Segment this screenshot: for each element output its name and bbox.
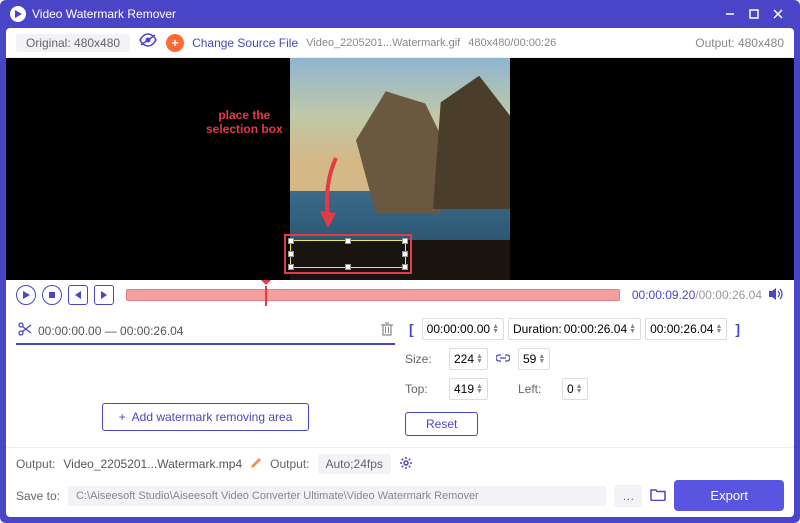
- ranges-panel: 00:00:00.00 — 00:00:26.04 + Add watermar…: [16, 318, 395, 439]
- duration-input[interactable]: Duration:00:00:26.04 ▲▼: [508, 318, 641, 340]
- height-input[interactable]: 59 ▲▼: [518, 348, 550, 370]
- saveto-label: Save to:: [16, 489, 60, 503]
- playhead[interactable]: [265, 286, 267, 306]
- stop-button[interactable]: [42, 285, 62, 305]
- width-input[interactable]: 224 ▲▼: [449, 348, 488, 370]
- spinner-icon[interactable]: ▲▼: [492, 324, 499, 334]
- add-area-label: Add watermark removing area: [132, 410, 293, 424]
- start-time-input[interactable]: 00:00:00.00 ▲▼: [422, 318, 504, 340]
- output-format-label: Output:: [270, 457, 309, 471]
- rename-icon[interactable]: [250, 457, 262, 472]
- reset-button[interactable]: Reset: [405, 412, 478, 436]
- app-logo-icon: [10, 6, 26, 22]
- resize-handle[interactable]: [345, 238, 351, 244]
- time-range-row: [ 00:00:00.00 ▲▼ Duration:00:00:26.04 ▲▼…: [405, 318, 784, 340]
- spinner-icon[interactable]: ▲▼: [476, 384, 483, 394]
- range-text: 00:00:00.00 — 00:00:26.04: [38, 324, 375, 338]
- maximize-button[interactable]: [742, 2, 766, 26]
- playback-time: 00:00:09.20/00:00:26.04: [632, 288, 762, 302]
- content-area: Original: 480x480 + Change Source File V…: [6, 28, 794, 517]
- set-end-bracket[interactable]: ]: [731, 321, 744, 337]
- change-source-button[interactable]: Change Source File: [192, 36, 298, 50]
- source-meta: 480x480/00:00:26: [468, 37, 556, 49]
- play-button[interactable]: [16, 285, 36, 305]
- playback-controls: 00:00:09.20/00:00:26.04: [6, 280, 794, 310]
- output-resolution: Output: 480x480: [695, 36, 784, 50]
- delete-range-icon[interactable]: [381, 322, 393, 339]
- selection-box[interactable]: [284, 234, 412, 274]
- minimize-button[interactable]: [718, 2, 742, 26]
- source-filename: Video_2205201...Watermark.gif: [306, 37, 460, 49]
- preview-toggle-icon[interactable]: [138, 33, 158, 52]
- end-time-input[interactable]: 00:00:26.04 ▲▼: [645, 318, 727, 340]
- app-window: Video Watermark Remover Original: 480x48…: [0, 0, 800, 523]
- spinner-icon[interactable]: ▲▼: [476, 354, 483, 364]
- original-resolution: Original: 480x480: [16, 34, 130, 52]
- resize-handle[interactable]: [288, 238, 294, 244]
- saveto-row: Save to: C:\Aiseesoft Studio\Aiseesoft V…: [16, 480, 784, 511]
- left-input[interactable]: 0 ▲▼: [562, 378, 588, 400]
- volume-icon[interactable]: [768, 287, 784, 304]
- open-folder-icon[interactable]: [650, 488, 666, 504]
- resize-handle[interactable]: [288, 264, 294, 270]
- browse-button[interactable]: …: [614, 485, 642, 507]
- instruction-text: place the selection box: [206, 108, 283, 137]
- output-filename: Video_2205201...Watermark.mp4: [63, 457, 242, 471]
- saveto-path[interactable]: C:\Aiseesoft Studio\Aiseesoft Video Conv…: [68, 486, 606, 506]
- spinner-icon[interactable]: ▲▼: [576, 384, 583, 394]
- add-source-icon[interactable]: +: [166, 34, 184, 52]
- output-format-select[interactable]: Auto;24fps: [318, 454, 391, 474]
- settings-icon[interactable]: [399, 456, 413, 473]
- size-row: Size: 224 ▲▼ 59 ▲▼: [405, 348, 784, 370]
- resize-handle[interactable]: [345, 264, 351, 270]
- prev-frame-button[interactable]: [68, 285, 88, 305]
- top-label: Top:: [405, 382, 441, 396]
- toolbar: Original: 480x480 + Change Source File V…: [6, 28, 794, 58]
- spinner-icon[interactable]: ▲▼: [629, 324, 636, 334]
- resize-handle[interactable]: [402, 251, 408, 257]
- link-aspect-icon[interactable]: [496, 352, 510, 367]
- video-preview[interactable]: place the selection box: [6, 58, 794, 280]
- output-file-label: Output:: [16, 457, 55, 471]
- properties-panel: [ 00:00:00.00 ▲▼ Duration:00:00:26.04 ▲▼…: [405, 318, 784, 439]
- range-item[interactable]: 00:00:00.00 — 00:00:26.04: [16, 318, 395, 345]
- export-button[interactable]: Export: [674, 480, 784, 511]
- size-label: Size:: [405, 352, 441, 366]
- spinner-icon[interactable]: ▲▼: [538, 354, 545, 364]
- position-row: Top: 419 ▲▼ Left: 0 ▲▼: [405, 378, 784, 400]
- add-area-button[interactable]: + Add watermark removing area: [102, 403, 310, 431]
- left-label: Left:: [518, 382, 554, 396]
- scissors-icon[interactable]: [18, 322, 32, 339]
- resize-handle[interactable]: [402, 264, 408, 270]
- close-button[interactable]: [766, 2, 790, 26]
- app-title: Video Watermark Remover: [32, 7, 718, 21]
- top-input[interactable]: 419 ▲▼: [449, 378, 488, 400]
- next-frame-button[interactable]: [94, 285, 114, 305]
- spinner-icon[interactable]: ▲▼: [715, 324, 722, 334]
- timeline-scrubber[interactable]: [126, 289, 620, 301]
- resize-handle[interactable]: [402, 238, 408, 244]
- bottom-bar: Output: Video_2205201...Watermark.mp4 Ou…: [6, 447, 794, 517]
- resize-handle[interactable]: [288, 251, 294, 257]
- arrow-icon: [316, 153, 346, 233]
- plus-icon: +: [119, 410, 126, 424]
- output-row: Output: Video_2205201...Watermark.mp4 Ou…: [16, 454, 784, 474]
- titlebar: Video Watermark Remover: [0, 0, 800, 28]
- panels: 00:00:00.00 — 00:00:26.04 + Add watermar…: [6, 310, 794, 447]
- set-start-bracket[interactable]: [: [405, 321, 418, 337]
